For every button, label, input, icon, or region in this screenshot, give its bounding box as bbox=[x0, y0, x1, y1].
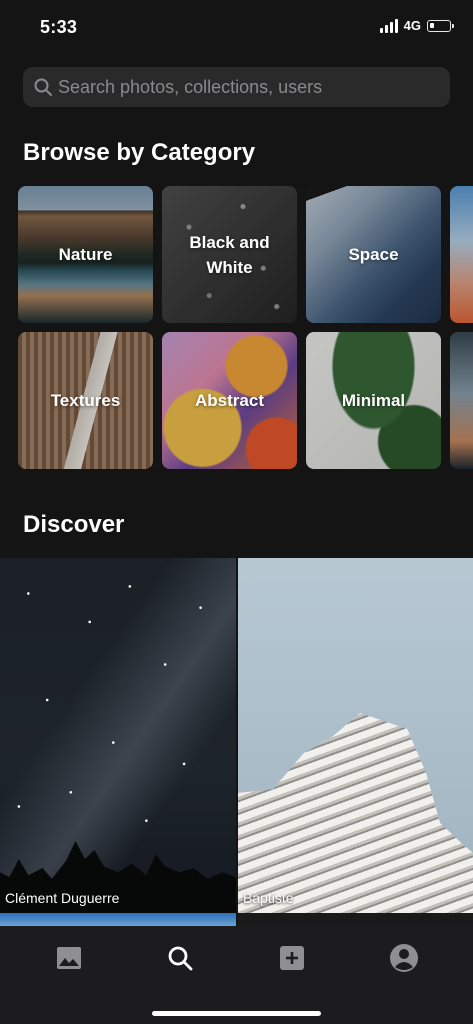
status-indicators: 4G bbox=[379, 18, 454, 33]
tab-bar bbox=[0, 926, 473, 1024]
photo-author[interactable]: Baptiste bbox=[243, 890, 294, 906]
battery-icon bbox=[427, 19, 454, 32]
browse-section-title: Browse by Category bbox=[23, 139, 256, 166]
network-type: 4G bbox=[403, 18, 421, 33]
search-input[interactable] bbox=[58, 67, 438, 107]
search-bar[interactable] bbox=[23, 67, 450, 107]
category-tile-abstract[interactable]: Abstract bbox=[162, 332, 297, 469]
category-tile-peek[interactable] bbox=[450, 186, 473, 323]
category-tile-black-and-white[interactable]: Black and White bbox=[162, 186, 297, 323]
status-time: 5:33 bbox=[40, 17, 78, 37]
tab-add[interactable] bbox=[272, 938, 312, 978]
image-icon bbox=[57, 947, 81, 969]
search-icon bbox=[168, 946, 193, 971]
category-label: Black and White bbox=[189, 232, 270, 277]
category-label: Space bbox=[348, 245, 399, 264]
search-icon bbox=[34, 78, 52, 96]
category-label: Minimal bbox=[341, 391, 406, 410]
tab-search[interactable] bbox=[160, 938, 200, 978]
tab-photos[interactable] bbox=[49, 938, 89, 978]
category-tile-nature[interactable]: Nature bbox=[18, 186, 153, 323]
discover-photo[interactable]: Baptiste bbox=[238, 558, 473, 913]
tab-profile[interactable] bbox=[384, 938, 424, 978]
photo-author[interactable]: Clément Duguerre bbox=[5, 890, 119, 906]
plus-square-icon bbox=[280, 946, 304, 970]
category-label: Nature bbox=[58, 245, 113, 264]
discover-section-title: Discover bbox=[23, 511, 125, 538]
category-tile-minimal[interactable]: Minimal bbox=[306, 332, 441, 469]
category-label: Textures bbox=[50, 391, 121, 410]
home-indicator[interactable] bbox=[152, 1011, 321, 1016]
building-shape bbox=[238, 713, 473, 913]
cellular-signal-icon bbox=[379, 18, 398, 33]
category-label: Abstract bbox=[195, 391, 264, 410]
discover-photo[interactable]: Clément Duguerre bbox=[0, 558, 236, 913]
category-tile-space[interactable]: Space bbox=[306, 186, 441, 323]
category-tile-textures[interactable]: Textures bbox=[18, 332, 153, 469]
status-bar: 5:33 4G bbox=[0, 0, 473, 54]
category-tile-peek[interactable] bbox=[450, 332, 473, 469]
user-circle-icon bbox=[390, 944, 418, 972]
